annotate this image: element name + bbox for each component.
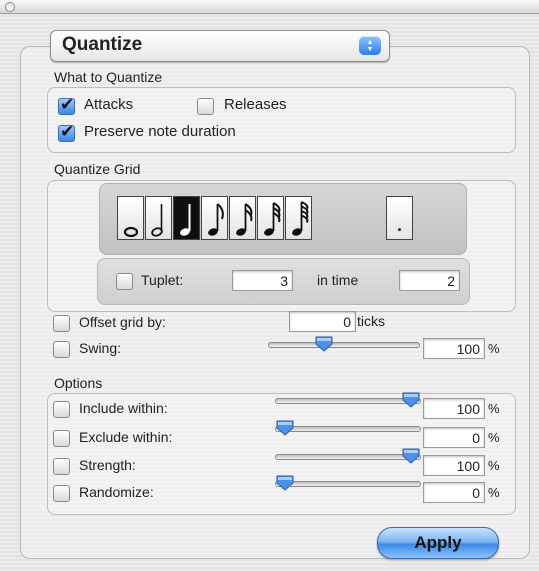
dot-label: . (397, 215, 403, 235)
what-to-quantize-title: What to Quantize (54, 69, 163, 85)
randomize-label: Randomize: (79, 484, 154, 500)
include-within-checkbox[interactable] (53, 401, 70, 418)
whole-note-button[interactable] (117, 196, 144, 240)
preserve-duration-label: Preserve note duration (84, 123, 236, 140)
in-time-label: in time (317, 272, 359, 288)
include-within-label: Include within: (79, 400, 168, 416)
exclude-within-checkbox[interactable] (53, 430, 70, 447)
in-time-field[interactable]: 2 (399, 270, 460, 291)
eighth-note-button[interactable] (201, 196, 228, 240)
strength-slider[interactable] (275, 454, 421, 460)
strength-checkbox[interactable] (53, 458, 70, 475)
attacks-checkbox[interactable] (58, 95, 75, 115)
randomize-checkbox[interactable] (53, 485, 70, 502)
include-within-unit: % (488, 401, 500, 416)
dotted-note-button[interactable]: . (386, 196, 413, 240)
function-popup[interactable]: Quantize ▲ ▼ (50, 30, 390, 62)
randomize-slider-thumb[interactable] (275, 475, 295, 491)
whole-note-icon (123, 226, 139, 238)
half-note-button[interactable] (145, 196, 172, 240)
offset-checkbox[interactable] (53, 315, 70, 332)
releases-label: Releases (224, 96, 287, 113)
window-close-icon[interactable] (5, 2, 15, 12)
sixteenth-note-icon (236, 203, 253, 236)
swing-label: Swing: (79, 340, 122, 356)
swing-field[interactable]: 100 (423, 338, 485, 359)
include-within-slider-thumb[interactable] (401, 392, 421, 408)
releases-checkbox[interactable] (197, 98, 214, 115)
preserve-duration-checkbox[interactable] (58, 122, 75, 142)
strength-slider-thumb[interactable] (401, 448, 421, 464)
strength-field[interactable]: 100 (423, 455, 485, 476)
swing-slider-thumb[interactable] (314, 336, 334, 352)
tuplet-checkbox[interactable] (116, 273, 133, 290)
offset-label: Offset grid by: (79, 314, 166, 330)
offset-unit: ticks (357, 313, 385, 329)
exclude-within-field[interactable]: 0 (423, 427, 485, 448)
include-within-slider[interactable] (275, 398, 421, 404)
exclude-within-label: Exclude within: (79, 429, 173, 445)
exclude-within-slider-thumb[interactable] (275, 420, 295, 436)
quarter-note-icon (180, 204, 191, 236)
sixteenth-note-button[interactable] (229, 196, 256, 240)
randomize-slider[interactable] (275, 481, 421, 487)
exclude-within-slider[interactable] (275, 426, 421, 432)
eighth-note-icon (208, 203, 224, 236)
randomize-unit: % (488, 485, 500, 500)
attacks-label: Attacks (84, 96, 134, 113)
quantize-grid-title: Quantize Grid (54, 161, 141, 177)
thirty-second-note-icon (264, 202, 281, 236)
thirty-second-note-button[interactable] (257, 196, 284, 240)
sixty-fourth-note-button[interactable] (285, 196, 312, 240)
sixty-fourth-note-icon (292, 201, 309, 236)
swing-slider[interactable] (268, 342, 420, 348)
function-popup-label: Quantize (62, 34, 143, 55)
half-note-icon (151, 204, 163, 237)
apply-button[interactable]: Apply (377, 527, 499, 559)
swing-checkbox[interactable] (53, 341, 70, 358)
include-within-field[interactable]: 100 (423, 398, 485, 419)
randomize-field[interactable]: 0 (423, 482, 485, 503)
popup-stepper-icon: ▲ ▼ (359, 36, 381, 55)
strength-unit: % (488, 458, 500, 473)
window-titlebar (0, 0, 539, 14)
offset-field[interactable]: 0 (289, 311, 356, 332)
exclude-within-unit: % (488, 430, 500, 445)
options-title: Options (54, 375, 103, 391)
strength-label: Strength: (79, 457, 136, 473)
tuplet-label: Tuplet: (141, 272, 184, 288)
swing-unit: % (488, 341, 500, 356)
quarter-note-button[interactable] (173, 196, 200, 240)
tuplet-field[interactable]: 3 (232, 270, 293, 291)
